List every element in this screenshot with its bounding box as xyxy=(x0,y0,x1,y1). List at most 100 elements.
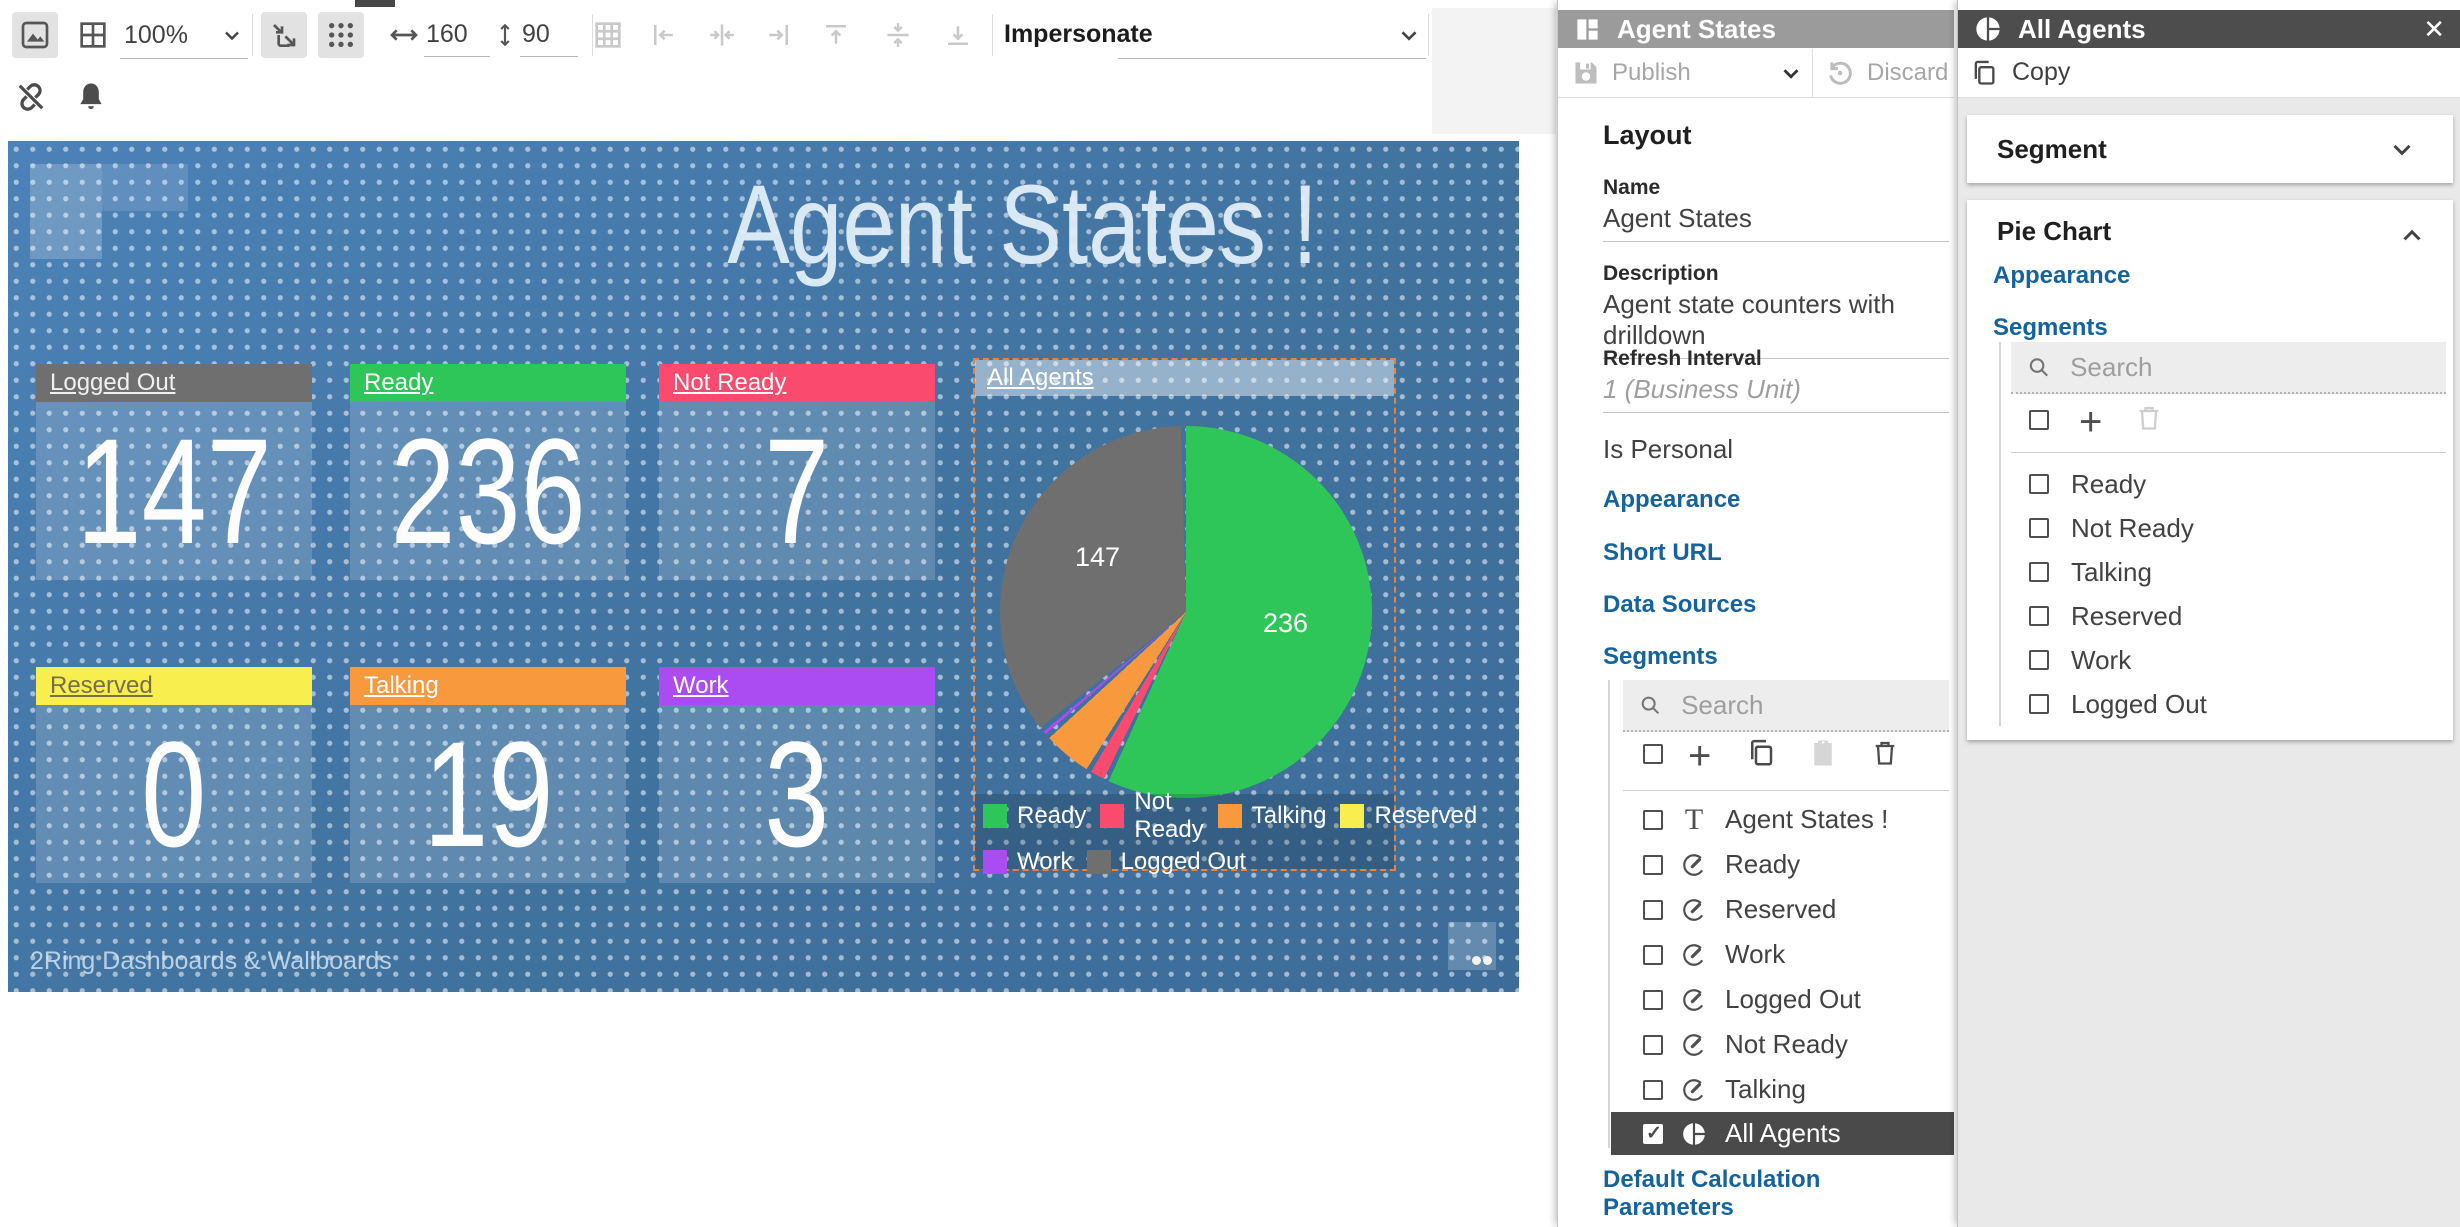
chevron-down-icon[interactable] xyxy=(2387,134,2417,164)
row-checkbox[interactable] xyxy=(1643,1080,1663,1100)
segment-row-all-agents[interactable]: All Agents xyxy=(1611,1112,1954,1155)
align-center-h-button[interactable] xyxy=(704,12,740,58)
pie-item-row[interactable]: Not Ready xyxy=(2007,506,2447,550)
row-checkbox[interactable] xyxy=(1643,945,1663,965)
search-input[interactable] xyxy=(1679,689,1933,722)
impersonate-select[interactable] xyxy=(1118,12,1426,59)
align-top-button[interactable] xyxy=(818,12,854,58)
align-middle-v-button[interactable] xyxy=(880,12,916,58)
row-checkbox[interactable] xyxy=(1643,990,1663,1010)
is-personal-label[interactable]: Is Personal xyxy=(1603,434,1733,465)
segments-link[interactable]: Segments xyxy=(1993,314,2108,342)
resize-tool-button[interactable] xyxy=(261,12,307,58)
pie-item-row[interactable]: Ready xyxy=(2007,462,2447,506)
tile-value: 3 xyxy=(659,705,935,883)
segment-row-ready[interactable]: Ready xyxy=(1611,842,1951,887)
search-icon xyxy=(2027,354,2050,380)
delete-item-button[interactable] xyxy=(2135,404,2163,432)
appearance-link[interactable]: Appearance xyxy=(1603,486,1740,514)
tile-talking[interactable]: Talking 19 xyxy=(350,667,626,883)
item-label: Talking xyxy=(2071,557,2152,588)
copy-icon xyxy=(1970,59,1998,87)
discard-button[interactable]: Discard xyxy=(1813,58,1948,88)
tile-value: 19 xyxy=(350,705,626,883)
unlink-button[interactable] xyxy=(10,76,52,118)
pie-item-row[interactable]: Work xyxy=(2007,638,2447,682)
appearance-link[interactable]: Appearance xyxy=(1993,262,2130,290)
row-checkbox[interactable] xyxy=(1643,900,1663,920)
grid-width-input[interactable] xyxy=(424,13,490,57)
paste-segment-button[interactable] xyxy=(1808,738,1838,768)
align-left-button[interactable] xyxy=(646,12,682,58)
segment-row-talking[interactable]: Talking xyxy=(1611,1067,1951,1112)
pie-legend: Ready Not Ready Talking Reserved Work Lo… xyxy=(975,794,1394,869)
tile-not-ready[interactable]: Not Ready 7 xyxy=(659,364,935,580)
tile-value: 147 xyxy=(36,402,312,580)
canvas-title-widget[interactable]: Agent States ! xyxy=(608,145,1438,303)
tile-ready[interactable]: Ready 236 xyxy=(350,364,626,580)
chevron-up-icon[interactable] xyxy=(2397,220,2427,250)
panel-top-strip xyxy=(1958,0,2460,10)
segment-row-work[interactable]: Work xyxy=(1611,932,1951,977)
dashboard-canvas[interactable]: Agent States ! Logged Out 147 Ready 236 … xyxy=(8,141,1519,992)
segment-row-not-ready[interactable]: Not Ready xyxy=(1611,1022,1951,1067)
copy-button[interactable]: Copy xyxy=(1958,58,2070,87)
row-checkbox[interactable] xyxy=(2029,474,2049,494)
segment-label: Logged Out xyxy=(1725,984,1861,1015)
layout-heading: Layout xyxy=(1603,120,1692,151)
delete-segment-button[interactable] xyxy=(1871,739,1899,767)
snap-grid-button[interactable] xyxy=(318,12,364,58)
refresh-interval-field[interactable]: 1 (Business Unit) xyxy=(1603,374,1949,413)
table-grid-button[interactable] xyxy=(590,12,626,58)
duplicate-segment-button[interactable] xyxy=(1746,738,1776,768)
publish-button[interactable]: Publish xyxy=(1558,59,1804,87)
search-input[interactable] xyxy=(2068,351,2430,384)
row-checkbox[interactable] xyxy=(2029,606,2049,626)
add-segment-button[interactable]: + xyxy=(1688,736,1711,776)
zoom-select[interactable]: 100% xyxy=(120,12,248,59)
app-window: 100% Impersonate xyxy=(0,0,2460,1227)
align-bottom-button[interactable] xyxy=(940,12,976,58)
short-url-link[interactable]: Short URL xyxy=(1603,539,1722,567)
row-checkbox[interactable] xyxy=(2029,518,2049,538)
close-icon[interactable]: ✕ xyxy=(2423,14,2445,45)
grid-height-input[interactable] xyxy=(520,13,578,57)
data-sources-link[interactable]: Data Sources xyxy=(1603,591,1756,619)
canvas-resize-handle[interactable] xyxy=(1448,922,1496,970)
select-all-checkbox[interactable] xyxy=(1643,744,1663,764)
tile-value: 236 xyxy=(350,402,626,580)
name-field[interactable]: Agent States xyxy=(1603,203,1949,242)
legend-item: Ready xyxy=(983,802,1086,830)
row-checkbox[interactable] xyxy=(1643,810,1663,830)
row-checkbox[interactable] xyxy=(1643,1124,1663,1144)
row-checkbox[interactable] xyxy=(2029,562,2049,582)
add-item-button[interactable]: + xyxy=(2079,402,2102,442)
pie-item-row[interactable]: Talking xyxy=(2007,550,2447,594)
row-checkbox[interactable] xyxy=(2029,650,2049,670)
notifications-button[interactable] xyxy=(70,76,112,118)
segments-search[interactable] xyxy=(1623,680,1949,732)
default-calculation-parameters-link[interactable]: Default Calculation Parameters xyxy=(1603,1166,1954,1222)
segment-row-reserved[interactable]: Reserved xyxy=(1611,887,1951,932)
toolbar-gap xyxy=(1432,8,1556,134)
layout-grid-button[interactable] xyxy=(70,12,116,58)
select-all-checkbox[interactable] xyxy=(2029,410,2049,430)
align-right-button[interactable] xyxy=(760,12,796,58)
legend-item: Reserved xyxy=(1340,802,1477,830)
row-checkbox[interactable] xyxy=(1643,855,1663,875)
pie-item-row[interactable]: Reserved xyxy=(2007,594,2447,638)
segment-row-logged-out[interactable]: Logged Out xyxy=(1611,977,1951,1022)
pie-widget-all-agents[interactable]: All Agents 147 236 Ready Not Ready Talki… xyxy=(973,358,1396,871)
image-tool-button[interactable] xyxy=(12,12,58,58)
row-checkbox[interactable] xyxy=(1643,1035,1663,1055)
tile-work[interactable]: Work 3 xyxy=(659,667,935,883)
row-checkbox[interactable] xyxy=(2029,694,2049,714)
segment-row-title[interactable]: T Agent States ! xyxy=(1611,797,1951,842)
pie-item-row[interactable]: Logged Out xyxy=(2007,682,2447,726)
item-label: Reserved xyxy=(2071,601,2182,632)
pie-segments-search[interactable] xyxy=(2011,342,2446,394)
tile-reserved[interactable]: Reserved 0 xyxy=(36,667,312,883)
segments-link[interactable]: Segments xyxy=(1603,643,1718,671)
tile-logged-out[interactable]: Logged Out 147 xyxy=(36,364,312,580)
segment-section-card: Segment xyxy=(1967,115,2453,183)
